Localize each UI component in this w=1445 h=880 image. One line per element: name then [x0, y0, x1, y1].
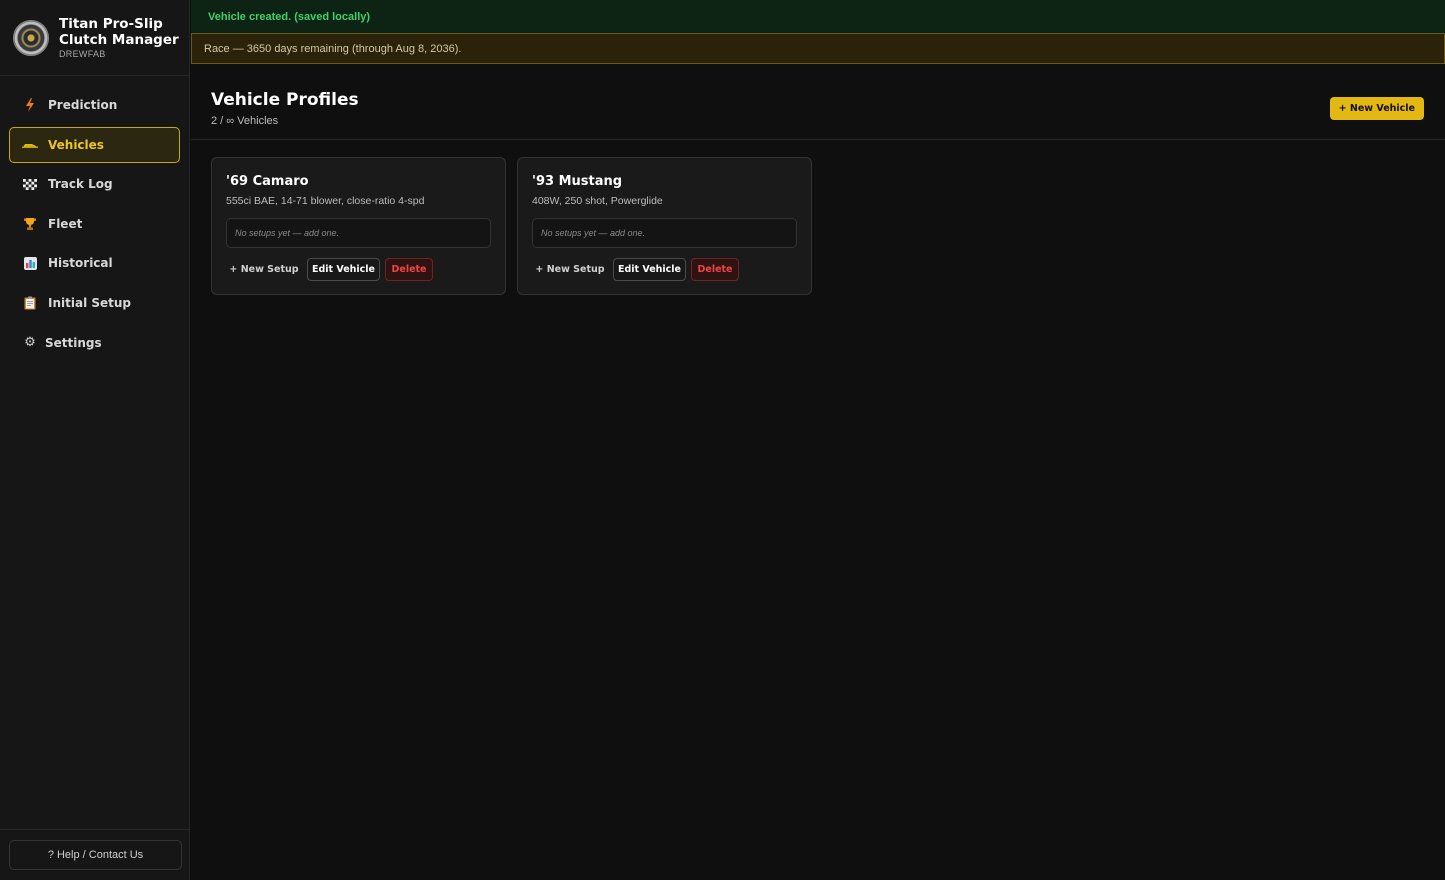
sidebar-item-track-log[interactable]: Track Log — [9, 166, 180, 202]
sidebar-item-label: Track Log — [48, 177, 113, 192]
page-title: Vehicle Profiles — [211, 90, 359, 110]
new-setup-button[interactable]: + New Setup — [532, 258, 608, 281]
vehicle-name: '69 Camaro — [226, 174, 309, 189]
vehicle-card-list: '69 Camaro 555ci BAE, 14-71 blower, clos… — [211, 157, 823, 295]
vehicle-card-actions: + New Setup Edit Vehicle Delete — [532, 258, 739, 281]
lightning-icon — [22, 97, 38, 113]
setups-empty-state: No setups yet — add one. — [226, 218, 491, 248]
vehicle-description: 408W, 250 shot, Powerglide — [532, 195, 663, 207]
setups-empty-state: No setups yet — add one. — [532, 218, 797, 248]
vehicle-card: '69 Camaro 555ci BAE, 14-71 blower, clos… — [211, 157, 506, 295]
clipboard-icon — [22, 295, 38, 311]
main-content: Vehicle created. (saved locally) Race — … — [191, 0, 1445, 880]
vehicle-name: '93 Mustang — [532, 174, 623, 189]
vehicle-card-actions: + New Setup Edit Vehicle Delete — [226, 258, 433, 281]
sidebar-nav: Prediction Vehicles Track Log Fleet Hist… — [0, 76, 189, 361]
help-contact-button[interactable]: ? Help / Contact Us — [9, 840, 182, 870]
sidebar-item-initial-setup[interactable]: Initial Setup — [9, 285, 180, 321]
edit-vehicle-button[interactable]: Edit Vehicle — [307, 258, 380, 281]
gear-icon: ⚙ — [24, 335, 36, 351]
sidebar-item-label: Settings — [45, 335, 102, 350]
vehicle-description: 555ci BAE, 14-71 blower, close-ratio 4-s… — [226, 195, 425, 207]
sidebar-item-historical[interactable]: Historical — [9, 245, 180, 281]
sidebar-item-label: Fleet — [48, 216, 83, 231]
edit-vehicle-button[interactable]: Edit Vehicle — [613, 258, 686, 281]
trophy-icon — [22, 216, 38, 232]
success-toast: Vehicle created. (saved locally) — [191, 0, 1445, 33]
vehicle-card: '93 Mustang 408W, 250 shot, Powerglide N… — [517, 157, 812, 295]
sidebar-item-label: Prediction — [48, 98, 118, 112]
new-setup-button[interactable]: + New Setup — [226, 258, 302, 281]
sidebar-item-vehicles[interactable]: Vehicles — [9, 126, 180, 163]
sidebar-item-label: Vehicles — [48, 137, 104, 152]
delete-vehicle-button[interactable]: Delete — [691, 258, 739, 281]
race-license-banner: Race — 3650 days remaining (through Aug … — [191, 33, 1445, 64]
app-title: Titan Pro-Slip Clutch Manager — [59, 16, 179, 48]
sidebar-item-label: Initial Setup — [48, 295, 132, 310]
bar-chart-icon — [22, 255, 38, 271]
car-icon — [22, 137, 38, 153]
sidebar-item-fleet[interactable]: Fleet — [9, 206, 180, 242]
vehicle-count: 2 / ∞ Vehicles — [211, 115, 279, 127]
page-header: Vehicle Profiles 2 / ∞ Vehicles + New Ve… — [191, 64, 1445, 140]
brand-text: Titan Pro-Slip Clutch Manager DREWFAB — [59, 16, 179, 59]
sidebar-footer: ? Help / Contact Us — [0, 829, 190, 880]
sidebar-item-label: Historical — [48, 256, 113, 271]
sidebar-item-settings[interactable]: ⚙ Settings — [9, 325, 180, 361]
app-subtitle: DREWFAB — [59, 49, 106, 59]
sidebar-item-prediction[interactable]: Prediction — [9, 87, 180, 123]
new-vehicle-button[interactable]: + New Vehicle — [1329, 97, 1424, 120]
brand-header: Titan Pro-Slip Clutch Manager DREWFAB — [0, 0, 189, 76]
checkered-flag-icon — [22, 176, 38, 192]
delete-vehicle-button[interactable]: Delete — [385, 258, 433, 281]
sidebar: Titan Pro-Slip Clutch Manager DREWFAB Pr… — [0, 0, 190, 880]
clutch-logo-icon — [13, 19, 49, 56]
